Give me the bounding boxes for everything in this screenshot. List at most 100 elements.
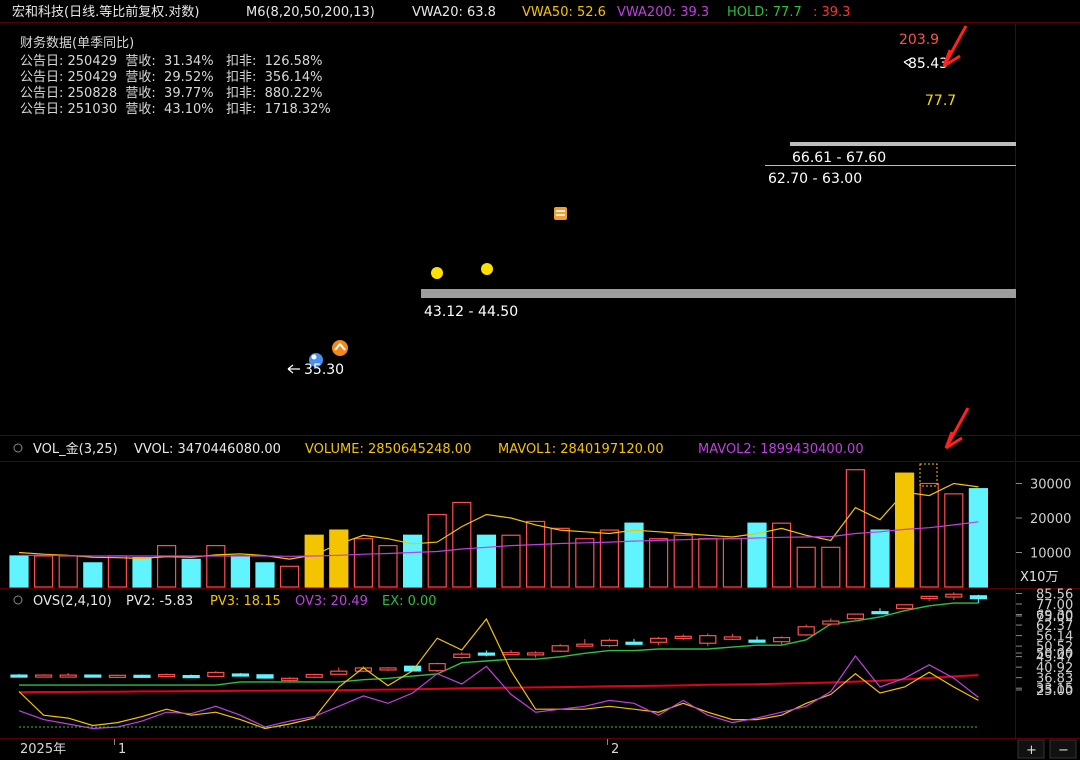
candle-body-up — [797, 626, 815, 636]
volume-bar — [525, 520, 546, 588]
candle-body-up — [59, 674, 77, 678]
volume-bar — [181, 558, 201, 588]
candle-body-up — [108, 674, 127, 678]
ovs-tick-label: 25.00 — [1036, 684, 1073, 699]
volume-tick-label: 20000 — [1030, 512, 1071, 527]
line-vwa200 — [18, 674, 979, 694]
zone-bar-low — [421, 289, 1016, 298]
finance-row: 公告日: 250429 营收: 29.52% 扣非: 356.14% — [20, 70, 323, 85]
candle-body-up — [330, 670, 348, 675]
volume-bar — [476, 534, 496, 588]
volume-bar — [599, 529, 620, 588]
volume-bar — [722, 538, 743, 588]
candle — [379, 666, 397, 672]
candle-body-down — [748, 639, 766, 643]
finance-title: 财务数据(单季同比) — [20, 35, 134, 51]
zoom-out-label: − — [1058, 743, 1069, 758]
volume-header: VOL_金(3,25) VVOL: 3470446080.00 VOLUME: … — [13, 441, 864, 457]
ovs-name[interactable]: OVS(2,4,10) — [33, 594, 112, 609]
candle — [59, 672, 77, 678]
month-label: 2 — [611, 742, 619, 757]
candle-body-up — [920, 595, 938, 600]
volume-bar — [624, 522, 644, 588]
vvol-readout: VVOL: 3470446080.00 — [134, 442, 281, 457]
ovs-lines — [18, 617, 979, 730]
candle — [969, 594, 988, 604]
ovs-tick-label: 75.00 — [1036, 610, 1073, 625]
volume-bar — [230, 555, 250, 588]
candle-body-up — [34, 674, 53, 678]
volume-bar — [648, 538, 669, 588]
indicator-name[interactable]: M6(8,20,50,200,13) — [246, 5, 375, 20]
peak-label: 203.9 — [899, 32, 939, 48]
mavol1-readout: MAVOL1: 2840197120.00 — [498, 442, 664, 457]
candle-body-up — [723, 636, 742, 640]
price-zones — [421, 142, 1016, 298]
volume-bar — [550, 527, 570, 588]
candle — [920, 595, 938, 602]
volume-bar — [501, 534, 521, 588]
candle — [526, 651, 545, 658]
candle — [10, 674, 28, 678]
candle — [256, 674, 274, 679]
candle-body-up — [649, 637, 668, 643]
left-arrow-icon — [287, 364, 300, 374]
candle-body-up — [895, 604, 914, 609]
buy-dot-icon — [481, 263, 493, 275]
price-axis: 33.1536.8340.9245.4750.5256.1462.3769.30… — [1016, 587, 1073, 697]
mavol2-readout: MAVOL2: 1899430400.00 — [698, 442, 864, 457]
collapse-dot-icon[interactable] — [13, 595, 23, 605]
ex-readout: EX: 0.00 — [382, 594, 437, 609]
candle — [576, 639, 594, 647]
candle — [305, 673, 323, 679]
pv2-readout: PV2: -5.83 — [126, 594, 193, 609]
pv3-readout: PV3: 18.15 — [210, 594, 281, 609]
volume-bar — [821, 546, 841, 588]
volume-bars — [9, 469, 989, 588]
volume-axis: 10000 20000 30000 — [1016, 478, 1071, 562]
candle-body-up — [576, 643, 594, 647]
line-pv3 — [18, 617, 979, 730]
volume-bar — [304, 534, 324, 588]
vol-name[interactable]: VOL_金(3,25) — [33, 441, 118, 457]
red-arrow-icon — [942, 25, 968, 68]
candle-body-down — [477, 652, 495, 656]
buy-dot-icon — [431, 267, 443, 279]
volume-tick-label: 30000 — [1030, 478, 1071, 493]
candle — [231, 672, 249, 677]
volume-bar — [157, 544, 177, 588]
ovs-tick-label: 50.00 — [1036, 647, 1073, 662]
volume-bar — [280, 565, 300, 588]
candle — [133, 674, 151, 678]
current-volume-frame — [919, 463, 938, 487]
stock-chart-window: 宏和科技(日线.等比前复权.对数) M6(8,20,50,200,13) VWA… — [0, 4, 1080, 759]
candle-body-up — [428, 663, 446, 672]
zoom-in-label: + — [1026, 743, 1037, 758]
candle-body-up — [822, 620, 840, 625]
volume-bar — [83, 562, 103, 588]
collapse-dot-icon[interactable] — [13, 443, 23, 453]
volume-bar — [771, 522, 792, 588]
bottom-bar: 2025年 1 2 + − — [20, 739, 1077, 759]
candle — [84, 674, 102, 678]
candle — [453, 652, 471, 659]
candle — [428, 662, 446, 672]
money-bag-icon — [554, 207, 567, 220]
candle — [182, 674, 200, 679]
candle — [477, 650, 495, 657]
zone-top-label: 66.61 - 67.60 — [792, 150, 886, 166]
volume-bar — [107, 555, 128, 588]
volume-bar — [206, 544, 226, 588]
vwa20-readout: VWA20: 63.8 — [412, 5, 496, 20]
candle-body-up — [305, 673, 323, 678]
volume-bar — [353, 538, 373, 588]
signal-markers — [309, 207, 567, 367]
volume-unit: X10万 — [1020, 570, 1058, 585]
candle-body-down — [133, 674, 151, 678]
volume-bar — [33, 555, 54, 588]
main-indicator-lines — [18, 602, 979, 694]
candle-body-down — [969, 595, 988, 600]
candle — [34, 674, 53, 678]
ovs-axis: 25.00 50.00 75.00 — [1016, 610, 1073, 699]
candle-body-up — [846, 613, 865, 620]
